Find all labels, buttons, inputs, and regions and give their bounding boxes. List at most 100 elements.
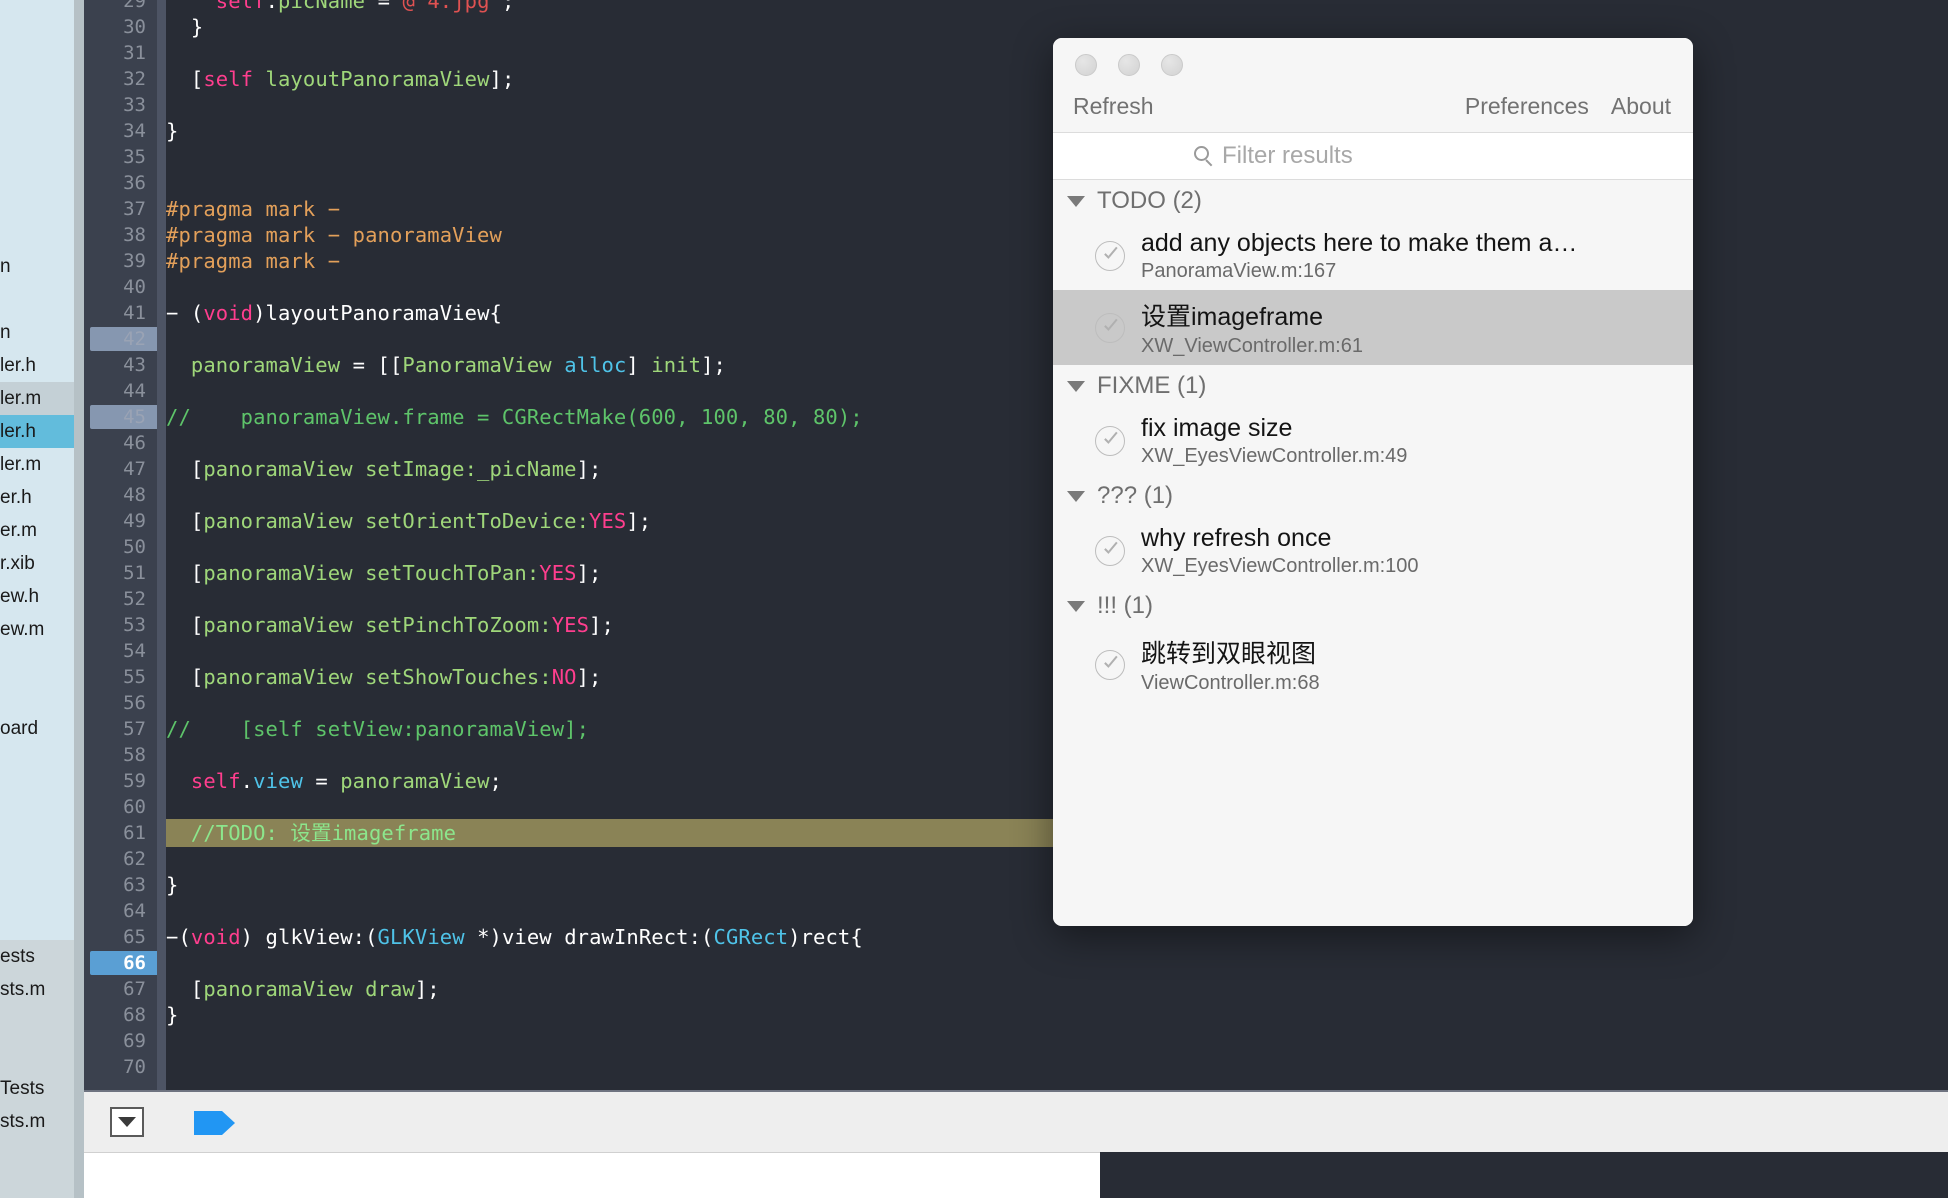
code-token: ]; [701,353,726,377]
line-number: 32 [123,68,146,90]
result-item[interactable]: 设置imageframe XW_ViewController.m:61 [1053,290,1693,365]
file-list-item[interactable]: Tests [0,1072,74,1105]
code-token: ) glkView:( [240,925,378,949]
result-item[interactable]: why refresh once XW_EyesViewController.m:… [1053,517,1693,585]
filter-dropdown-button[interactable] [110,1107,144,1137]
chevron-down-icon[interactable] [1067,380,1085,392]
file-list-item[interactable]: ler.h [0,415,74,448]
minimize-button[interactable] [1118,54,1140,76]
close-button[interactable] [1075,54,1097,76]
chevron-down-icon[interactable] [1067,600,1085,612]
file-list-item[interactable]: er.h [0,481,74,514]
code-line[interactable]: [panoramaView setImage:_picName]; [166,456,602,482]
result-group-header[interactable]: ??? (1) [1053,475,1693,517]
code-line[interactable]: // panoramaView.frame = CGRectMake(600, … [166,404,863,430]
file-list-item[interactable]: er.m [0,514,74,547]
check-circle-icon[interactable] [1095,241,1125,271]
code-line[interactable]: −(void) glkView:(GLKView *)view drawInRe… [166,924,863,950]
preferences-button[interactable]: Preferences [1465,93,1589,120]
code-line[interactable]: self.view = panoramaView; [166,768,502,794]
check-circle-icon[interactable] [1095,649,1125,680]
line-number: 43 [123,354,146,376]
refresh-button[interactable]: Refresh [1073,93,1154,120]
code-token: )rect{ [788,925,863,949]
code-line[interactable]: [panoramaView setTouchToPan:YES]; [166,560,602,586]
code-line[interactable]: [panoramaView setOrientToDevice:YES]; [166,508,651,534]
code-token: self [203,67,254,91]
code-token: //TODO: 设置imageframe [166,821,457,845]
code-line[interactable]: } [166,872,178,898]
code-line[interactable]: } [166,118,178,144]
code-token: ]; [576,665,602,689]
todo-popup-window[interactable]: Refresh Preferences About TODO (2) add an… [1053,38,1693,926]
code-line[interactable]: #pragma mark − [166,248,340,274]
line-number: 64 [123,900,146,922]
file-list-item[interactable]: n [0,316,74,349]
result-group-header[interactable]: FIXME (1) [1053,365,1693,407]
result-item-title: add any objects here to make them a… [1141,229,1578,257]
about-button[interactable]: About [1611,93,1671,120]
filter-bar[interactable] [1053,132,1693,180]
bottom-toolbar[interactable] [84,1090,1948,1152]
chevron-down-icon[interactable] [1067,490,1085,502]
code-token: panoramaView [166,353,341,377]
file-list-item[interactable]: ew.h [0,580,74,613]
code-line[interactable]: [panoramaView draw]; [166,976,440,1002]
code-line[interactable]: //TODO: 设置imageframe [166,820,456,846]
file-list-item[interactable]: oard [0,712,74,745]
check-circle-icon[interactable] [1095,426,1125,456]
file-list-item[interactable]: n [0,250,74,283]
code-token: // [self setView:panoramaView]; [166,717,590,741]
line-number: 57 [123,718,146,740]
code-token: void [203,301,254,325]
code-line[interactable]: self.picName = @"4.jpg"; [166,0,515,14]
result-item[interactable]: fix image size XW_EyesViewController.m:49 [1053,407,1693,475]
code-token: alloc [564,353,627,377]
result-item[interactable]: 跳转到双眼视图 ViewController.m:68 [1053,627,1693,702]
code-line[interactable]: // [self setView:panoramaView]; [166,716,589,742]
code-line[interactable]: #pragma mark − [166,196,340,222]
window-controls[interactable] [1075,54,1183,76]
file-list-tests[interactable]: ests sts.m Tests sts.m [0,940,74,1198]
code-line[interactable]: } [166,1002,178,1028]
code-token: ; [489,769,502,793]
editor-gutter[interactable]: 29 30 31 32 33 34 35 36 37 38 39 40 41 42 43 44 45 46 47 48… [84,0,177,1090]
file-list-item[interactable]: sts.m [0,973,74,1006]
chevron-down-icon[interactable] [1067,195,1085,207]
file-list-item[interactable]: ler.m [0,448,74,481]
code-line[interactable]: #pragma mark − panoramaView [166,222,502,248]
code-line[interactable]: [self layoutPanoramaView]; [166,66,514,92]
check-circle-icon[interactable] [1095,536,1125,566]
result-item[interactable]: add any objects here to make them a… Pano… [1053,222,1693,290]
file-list-item[interactable]: sts.m [0,1105,74,1138]
code-token: [[ [377,353,403,377]
check-circle-icon[interactable] [1095,312,1125,343]
file-list-item[interactable]: ew.m [0,613,74,646]
code-line[interactable]: [panoramaView setPinchToZoom:YES]; [166,612,614,638]
result-item-title: 跳转到双眼视图 [1141,640,1317,668]
result-group-header[interactable]: !!! (1) [1053,585,1693,627]
results-list[interactable]: TODO (2) add any objects here to make the… [1053,180,1693,926]
code-line[interactable]: [panoramaView setShowTouches:NO]; [166,664,602,690]
line-number: 36 [123,172,146,194]
code-line[interactable]: − (void)layoutPanoramaView{ [166,300,502,326]
popup-titlebar[interactable]: Refresh Preferences About [1053,38,1693,132]
file-list-item[interactable]: ests [0,940,74,973]
code-line[interactable]: } [166,14,203,40]
code-token: panoramaView setOrientToDevice: [203,509,590,533]
project-navigator-sidebar[interactable]: n n ler.h ler.m ler.h ler.m er.h er.m r.xib ew.h e… [0,0,84,1198]
code-token: −( [166,925,191,949]
code-token: } [166,15,204,39]
search-input[interactable] [1222,142,1552,170]
code-token: [ [166,509,204,533]
file-list-item[interactable]: ler.m [0,382,74,415]
result-group-header[interactable]: TODO (2) [1053,180,1693,222]
line-number: 51 [123,562,146,584]
file-list-item[interactable]: r.xib [0,547,74,580]
popup-menu-right[interactable]: Preferences About [1465,93,1671,120]
file-list-item[interactable]: ler.h [0,349,74,382]
line-number: 60 [123,796,146,818]
code-line[interactable]: panoramaView = [[PanoramaView alloc] ini… [166,352,726,378]
maximize-button[interactable] [1161,54,1183,76]
